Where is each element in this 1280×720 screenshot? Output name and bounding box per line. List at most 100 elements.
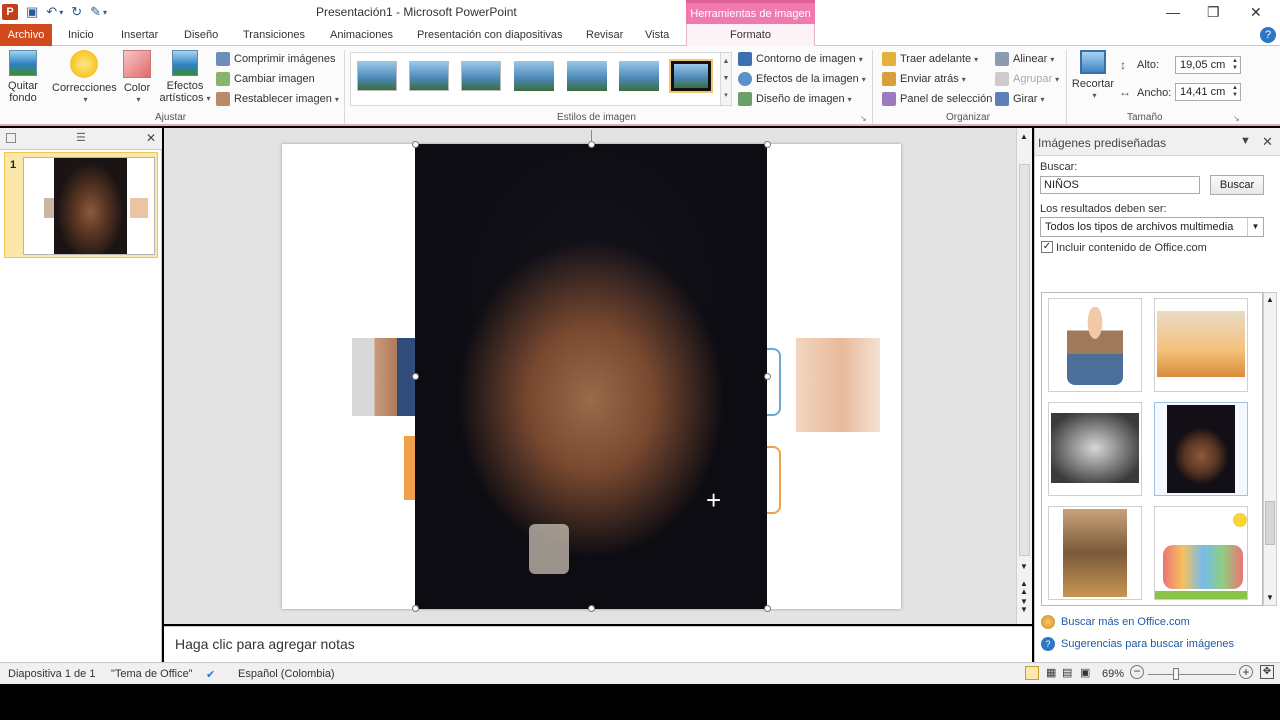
results-type-select[interactable]: Todos los tipos de archivos multimedia ▼ (1040, 217, 1264, 237)
tab-formato[interactable]: Formato (686, 24, 815, 47)
crop-button[interactable]: Recortar ▾ (1070, 50, 1116, 102)
picture-style-thumb[interactable] (357, 61, 397, 91)
fit-to-window-icon[interactable]: ✥ (1260, 665, 1274, 679)
height-input[interactable]: 19,05 cm ▲ ▼ (1175, 56, 1241, 74)
link-search-more-office[interactable]: Buscar más en Office.com (1041, 615, 1190, 629)
clip-result-boy-smiling-bw[interactable] (1048, 402, 1142, 496)
color-button[interactable]: Color ▾ (120, 50, 154, 106)
tab-transiciones[interactable]: Transiciones (243, 24, 305, 46)
photo-baby[interactable] (796, 338, 880, 432)
undo-dropdown-icon[interactable]: ▾ (59, 8, 63, 17)
resize-handle[interactable] (588, 141, 595, 148)
clip-result-child-thinking[interactable] (1154, 402, 1248, 496)
slideshow-icon[interactable]: ▣ (1080, 666, 1090, 679)
picture-border-button[interactable]: Contorno de imagen ▾ (738, 50, 863, 68)
results-scrollbar[interactable]: ▲ ▼ (1263, 292, 1277, 606)
resize-handle[interactable] (764, 141, 771, 148)
orange-shape-right[interactable] (767, 446, 781, 514)
compress-pictures-button[interactable]: Comprimir imágenes (216, 50, 335, 68)
link-search-tips[interactable]: ? Sugerencias para buscar imágenes (1041, 637, 1234, 651)
slide-canvas[interactable]: + (282, 130, 901, 612)
editor-vertical-scrollbar[interactable]: ▲ ▼ ▲ ▲ ▼ ▼ (1016, 128, 1032, 624)
tab-diseno[interactable]: Diseño (184, 24, 218, 46)
selection-pane-button[interactable]: Panel de selección (882, 90, 992, 108)
minimize-icon[interactable]: — (1166, 4, 1180, 20)
tab-revisar[interactable]: Revisar (586, 24, 623, 46)
slide-thumbnail[interactable]: 1 (4, 152, 158, 258)
picture-style-thumb[interactable] (514, 61, 554, 91)
slides-tab-icon[interactable] (6, 133, 16, 143)
width-input[interactable]: 14,41 cm ▲ ▼ (1175, 83, 1241, 101)
pane-options-icon[interactable]: ▼ (1240, 135, 1251, 147)
tab-archivo[interactable]: Archivo (0, 24, 52, 46)
change-picture-button[interactable]: Cambiar imagen (216, 70, 315, 88)
include-office-checkbox[interactable]: ✓ (1041, 241, 1053, 253)
resize-handle[interactable] (412, 141, 419, 148)
resize-handle[interactable] (764, 373, 771, 380)
picture-style-thumb-selected[interactable] (669, 59, 713, 93)
theme-name[interactable]: "Tema de Office" (111, 668, 193, 680)
zoom-level[interactable]: 69% (1102, 668, 1124, 680)
close-icon[interactable]: ✕ (1250, 4, 1262, 21)
photo-man[interactable] (352, 338, 416, 416)
tab-vista[interactable]: Vista (645, 24, 669, 46)
close-pane-icon[interactable]: ✕ (146, 131, 156, 145)
language-indicator[interactable]: Español (Colombia) (238, 668, 335, 680)
next-slide-icon[interactable]: ▼ ▼ (1020, 598, 1028, 614)
bring-forward-button[interactable]: Traer adelante ▾ (882, 50, 978, 68)
picture-style-thumb[interactable] (619, 61, 659, 91)
save-icon[interactable]: ▣ (26, 4, 38, 20)
search-button[interactable]: Buscar (1210, 175, 1264, 195)
zoom-out-icon[interactable]: − (1130, 665, 1144, 679)
close-pane-icon[interactable]: ✕ (1262, 134, 1273, 150)
restore-icon[interactable]: ❐ (1207, 4, 1220, 21)
selected-child-photo[interactable] (415, 144, 767, 609)
height-spinner[interactable]: ▲ ▼ (1232, 58, 1238, 72)
tab-animaciones[interactable]: Animaciones (330, 24, 393, 46)
scroll-down-icon[interactable]: ▼ (1020, 562, 1028, 571)
picture-style-thumb[interactable] (409, 61, 449, 91)
scroll-up-icon[interactable]: ▲ (1020, 132, 1028, 141)
zoom-slider-thumb[interactable] (1173, 668, 1179, 680)
outline-tab-icon[interactable]: ☰ (76, 131, 86, 144)
corrections-button[interactable]: Correcciones ▾ (52, 50, 117, 106)
clip-result-children-tree[interactable] (1048, 506, 1142, 600)
tab-insertar[interactable]: Insertar (121, 24, 158, 46)
format-painter-icon[interactable]: ✎ (90, 4, 101, 20)
picture-layout-button[interactable]: Diseño de imagen ▾ (738, 90, 852, 108)
resize-handle[interactable] (412, 373, 419, 380)
reset-picture-button[interactable]: Restablecer imagen ▾ (216, 90, 339, 108)
spelling-check-icon[interactable]: ✔ (206, 668, 215, 681)
artistic-effects-button[interactable]: Efectos artísticos ▾ (158, 50, 212, 105)
qat-customize-icon[interactable]: ▾ (103, 8, 107, 17)
redo-icon[interactable]: ↻ (71, 4, 82, 20)
picture-style-thumb[interactable] (567, 61, 607, 91)
search-input[interactable]: NIÑOS (1040, 176, 1200, 194)
tab-presentacion[interactable]: Presentación con diapositivas (417, 24, 563, 46)
remove-background-button[interactable]: Quitar fondo (4, 50, 42, 104)
clip-result-boy-sitting[interactable] (1048, 298, 1142, 392)
scroll-thumb[interactable] (1019, 164, 1030, 556)
zoom-in-icon[interactable]: + (1239, 665, 1253, 679)
resize-handle[interactable] (412, 605, 419, 612)
normal-view-icon[interactable] (1025, 666, 1039, 680)
width-spinner[interactable]: ▲ ▼ (1232, 85, 1238, 99)
clip-result-baby-toys[interactable] (1154, 298, 1248, 392)
rotate-button[interactable]: Girar ▾ (995, 90, 1044, 108)
scroll-thumb[interactable] (1265, 501, 1275, 545)
undo-icon[interactable]: ↶ (46, 4, 57, 20)
resize-handle[interactable] (764, 605, 771, 612)
send-backward-button[interactable]: Enviar atrás ▾ (882, 70, 966, 88)
dialog-launcher-icon[interactable]: ↘ (1233, 114, 1240, 123)
dialog-launcher-icon[interactable]: ↘ (860, 114, 867, 123)
picture-effects-button[interactable]: Efectos de la imagen ▾ (738, 70, 866, 88)
powerpoint-logo-icon[interactable]: P (2, 4, 18, 20)
scroll-up-icon[interactable]: ▲ (1266, 295, 1274, 304)
clip-result-kids-balloons[interactable] (1154, 506, 1248, 600)
resize-handle[interactable] (588, 605, 595, 612)
blue-shape-right[interactable] (767, 348, 781, 416)
help-icon[interactable]: ? (1260, 27, 1276, 43)
align-button[interactable]: Alinear ▾ (995, 50, 1054, 68)
zoom-slider[interactable] (1148, 674, 1236, 675)
reading-view-icon[interactable]: ▤ (1062, 666, 1072, 679)
